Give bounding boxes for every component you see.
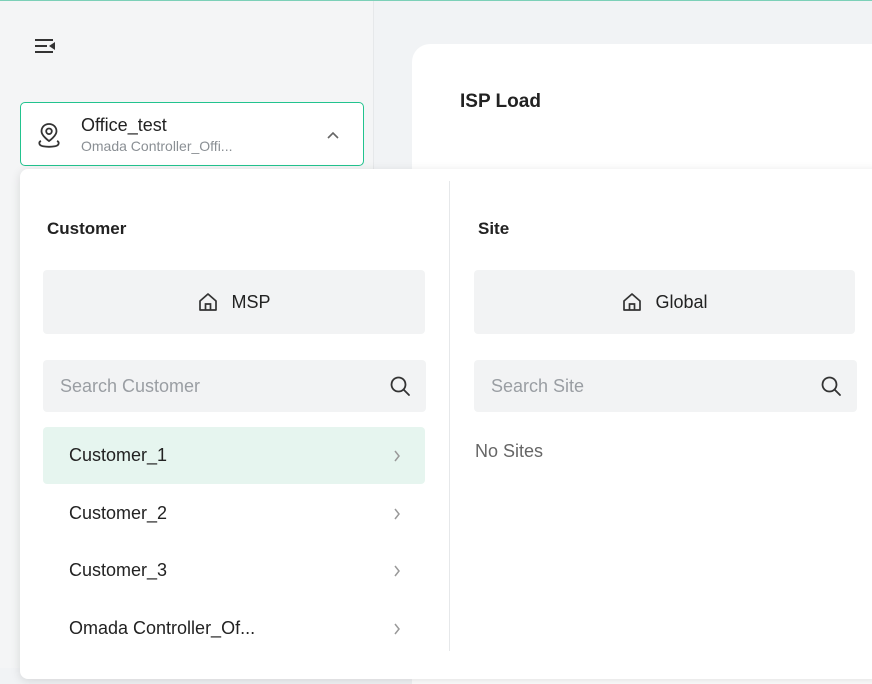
site-selector[interactable]: Office_test Omada Controller_Offi... [20,102,364,166]
site-controller-subtitle: Omada Controller_Offi... [81,138,233,154]
site-search-input[interactable] [474,360,857,412]
customer-item-label: Customer_3 [69,560,168,580]
no-sites-message: No Sites [475,441,544,461]
msp-button[interactable]: MSP [43,270,425,334]
customer-list-item[interactable]: Customer_2 [43,485,425,542]
location-pin-icon [38,123,60,148]
customer-search[interactable] [43,360,426,412]
chevron-right-icon [394,623,400,635]
customer-search-input[interactable] [43,360,426,412]
chevron-right-icon [394,565,400,577]
msp-button-label: MSP [231,291,271,312]
site-column-title: Site [478,219,510,238]
home-icon [623,293,642,311]
column-divider [449,181,450,651]
site-search[interactable] [474,360,857,412]
global-button[interactable]: Global [474,270,855,334]
customer-list-item[interactable]: Customer_1 [43,427,425,484]
site-name: Office_test [81,115,167,135]
customer-item-label: Customer_2 [69,503,168,523]
collapse-menu-icon [35,39,55,53]
search-icon[interactable] [819,374,843,398]
site-dropdown-panel: Customer MSP Customer_1 Customer_2 Custo… [20,169,872,679]
global-button-label: Global [655,291,708,312]
home-icon [199,293,218,311]
chevron-right-icon [394,450,400,462]
customer-list-item[interactable]: Omada Controller_Of... [43,600,425,657]
customer-column-title: Customer [47,219,127,238]
chevron-right-icon [394,508,400,520]
customer-item-label: Customer_1 [69,445,168,465]
search-icon[interactable] [388,374,412,398]
customer-list-item[interactable]: Customer_3 [43,542,425,599]
main-title: ISP Load [460,91,541,112]
chevron-up-icon [327,131,339,139]
collapse-menu-button[interactable] [30,33,60,59]
customer-item-label: Omada Controller_Of... [69,618,256,638]
